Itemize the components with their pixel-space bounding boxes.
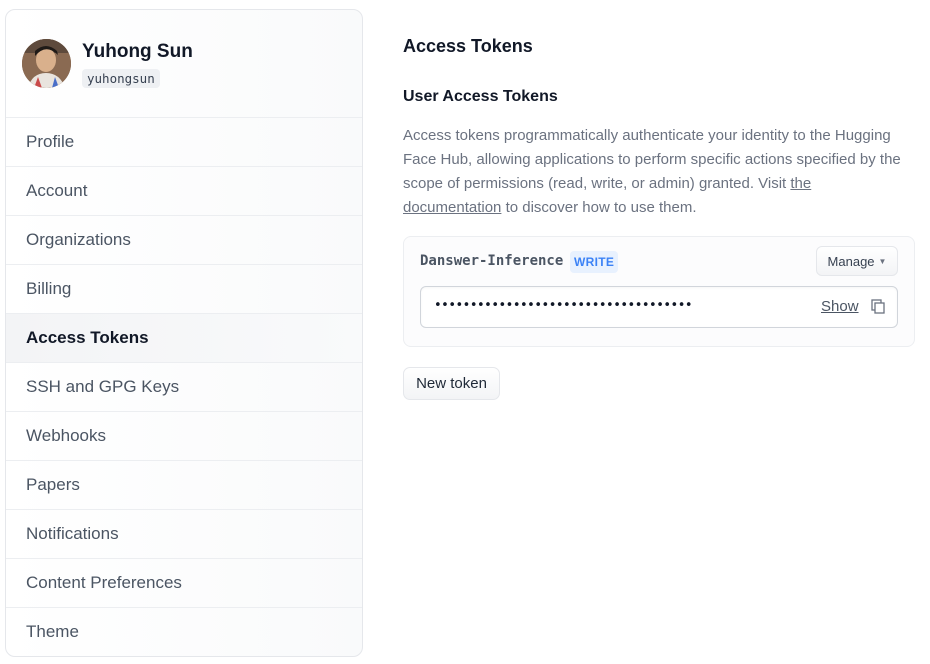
show-token-button[interactable]: Show [821,298,859,315]
user-header: Yuhong Sun yuhongsun [6,10,362,118]
sidebar-item-papers[interactable]: Papers [6,461,362,510]
token-value-field[interactable]: •••••••••••••••••••••••••••••••••••• Sho… [420,286,898,328]
sidebar-item-content-preferences[interactable]: Content Preferences [6,559,362,608]
token-role-badge: WRITE [570,251,619,273]
token-name: Danswer-Inference [420,253,564,269]
description-text-end: to discover how to use them. [501,199,697,216]
new-token-button[interactable]: New token [403,367,500,400]
sidebar-item-profile[interactable]: Profile [6,118,362,167]
manage-label: Manage [827,253,875,269]
settings-nav: Profile Account Organizations Billing Ac… [6,118,362,656]
sidebar-item-access-tokens[interactable]: Access Tokens [6,314,362,363]
sidebar-item-notifications[interactable]: Notifications [6,510,362,559]
sidebar-item-webhooks[interactable]: Webhooks [6,412,362,461]
section-title: User Access Tokens [403,88,558,105]
manage-button[interactable]: Manage ▼ [816,246,898,276]
avatar[interactable] [22,39,71,88]
sidebar-item-account[interactable]: Account [6,167,362,216]
settings-sidebar: Yuhong Sun yuhongsun Profile Account Org… [5,9,363,657]
token-card: Danswer-Inference WRITE Manage ▼ •••••••… [403,236,915,347]
user-name: Yuhong Sun [82,41,193,62]
user-handle: yuhongsun [82,69,160,88]
sidebar-item-organizations[interactable]: Organizations [6,216,362,265]
page-title: Access Tokens [403,36,533,56]
tokens-description: Access tokens programmatically authentic… [403,124,913,220]
copy-icon[interactable] [871,299,885,314]
description-text: Access tokens programmatically authentic… [403,127,901,192]
sidebar-item-ssh-gpg-keys[interactable]: SSH and GPG Keys [6,363,362,412]
chevron-down-icon: ▼ [878,256,887,266]
sidebar-item-billing[interactable]: Billing [6,265,362,314]
token-masked-value: •••••••••••••••••••••••••••••••••••• [434,298,693,313]
sidebar-item-theme[interactable]: Theme [6,608,362,656]
